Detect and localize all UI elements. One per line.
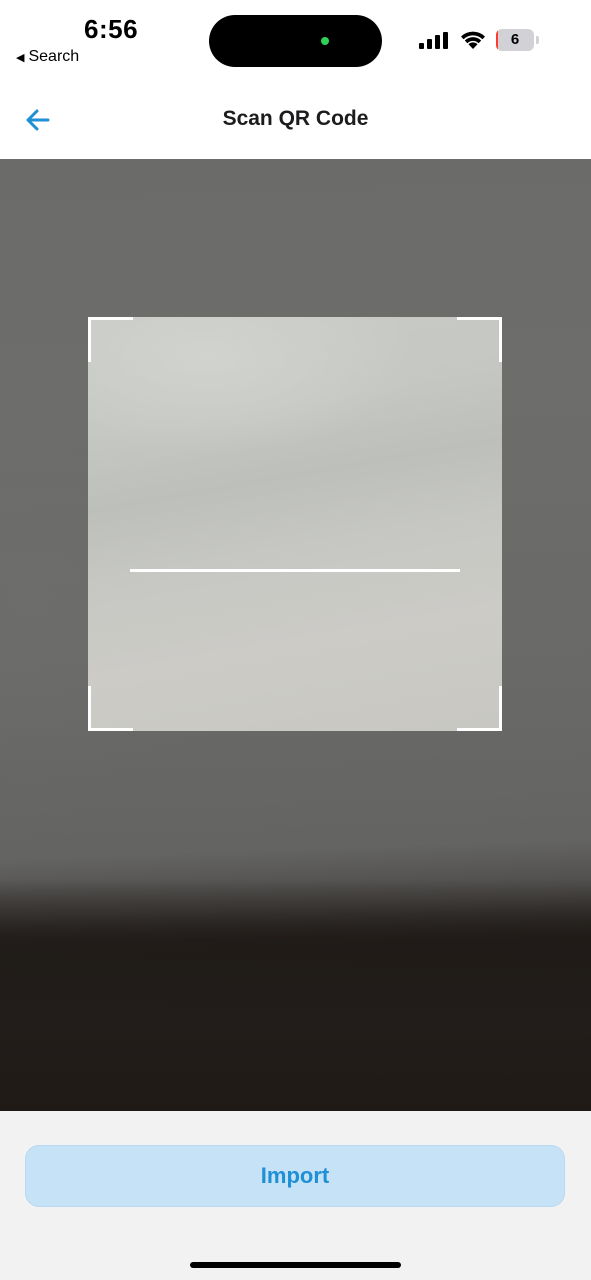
- camera-indicator-dot: [321, 37, 329, 45]
- qr-scan-frame: [88, 317, 502, 731]
- camera-preview: [0, 159, 591, 1111]
- frame-corner-bottom-right: [457, 686, 502, 731]
- cellular-signal-icon: [419, 32, 448, 49]
- status-time: 6:56: [84, 14, 139, 44]
- bottom-panel: Import: [0, 1111, 591, 1280]
- scan-line: [130, 569, 460, 572]
- wifi-icon: [461, 31, 485, 49]
- battery-level: 6: [510, 31, 520, 48]
- nav-header: Scan QR Code: [0, 80, 591, 159]
- battery-body: 6: [496, 29, 534, 51]
- battery-cap: [536, 36, 539, 44]
- frame-corner-top-right: [457, 317, 502, 362]
- scan-qr-screen: 6:56 ◀ Search 6 Scan QR Code Import: [0, 0, 591, 1280]
- dynamic-island: [209, 15, 382, 67]
- frame-corner-top-left: [88, 317, 133, 362]
- import-button[interactable]: Import: [25, 1145, 565, 1207]
- frame-corner-bottom-left: [88, 686, 133, 731]
- back-to-app-label: Search: [28, 48, 80, 65]
- camera-background-shadow: [0, 879, 591, 1111]
- battery-icon: 6: [496, 29, 540, 51]
- page-title: Scan QR Code: [222, 107, 369, 130]
- triangle-left-icon: ◀: [16, 51, 25, 64]
- status-bar: 6:56 ◀ Search 6: [0, 0, 591, 80]
- back-to-search-link[interactable]: ◀ Search: [16, 48, 79, 66]
- home-indicator[interactable]: [190, 1262, 401, 1268]
